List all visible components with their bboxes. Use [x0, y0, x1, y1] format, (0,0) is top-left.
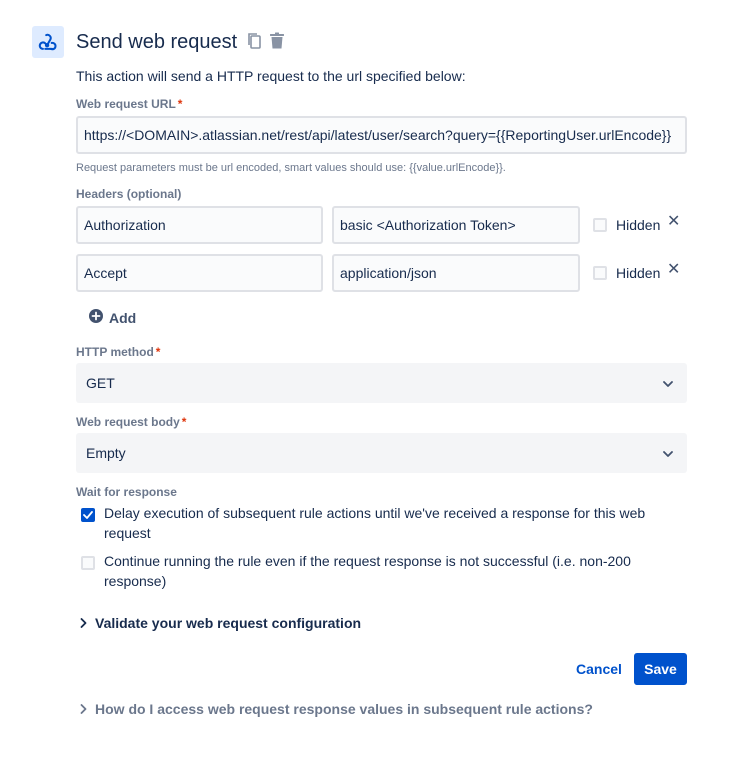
add-circle-icon: [89, 309, 103, 326]
hidden-checkbox[interactable]: [593, 266, 607, 280]
remove-header-icon[interactable]: ✕: [667, 262, 680, 278]
copy-icon[interactable]: [244, 31, 264, 51]
delay-checkbox[interactable]: [81, 508, 95, 522]
trash-icon[interactable]: [267, 31, 287, 51]
save-button[interactable]: Save: [634, 653, 687, 685]
help-disclosure[interactable]: How do I access web request response val…: [80, 701, 593, 717]
validate-label: Validate your web request configuration: [95, 615, 362, 631]
page-title: Send web request: [76, 31, 238, 53]
body-value: Empty: [86, 445, 126, 461]
validate-disclosure[interactable]: Validate your web request configuration: [80, 615, 361, 631]
help-label: How do I access web request response val…: [95, 701, 593, 717]
url-input[interactable]: https://<DOMAIN>.atlassian.net/rest/api/…: [76, 116, 687, 154]
cancel-button[interactable]: Cancel: [566, 653, 632, 685]
webhook-icon: [32, 26, 64, 58]
http-method-value: GET: [86, 375, 115, 391]
header-name-input[interactable]: Authorization: [76, 206, 323, 244]
wait-label: Wait for response: [76, 485, 177, 499]
action-description: This action will send a HTTP request to …: [76, 68, 466, 84]
headers-label: Headers (optional): [76, 187, 182, 201]
chevron-down-icon: [663, 375, 673, 391]
body-label: Web request body *: [76, 415, 187, 429]
add-header-button[interactable]: Add: [89, 309, 136, 326]
hidden-label: Hidden: [616, 265, 661, 281]
http-method-select[interactable]: GET: [76, 363, 687, 403]
header-name-input[interactable]: Accept: [76, 254, 323, 292]
url-helper-text: Request parameters must be url encoded, …: [76, 162, 506, 174]
chevron-right-icon: [80, 615, 87, 631]
remove-header-icon[interactable]: ✕: [667, 214, 680, 230]
chevron-down-icon: [663, 445, 673, 461]
http-method-label: HTTP method *: [76, 345, 161, 359]
chevron-right-icon: [80, 701, 87, 717]
check-icon: [83, 511, 93, 519]
hidden-checkbox[interactable]: [593, 218, 607, 232]
body-select[interactable]: Empty: [76, 433, 687, 473]
add-label: Add: [109, 309, 137, 326]
hidden-label: Hidden: [616, 217, 661, 233]
header-value-input[interactable]: basic <Authorization Token>: [332, 206, 580, 244]
continue-option-text: Continue running the rule even if the re…: [104, 553, 631, 589]
url-label: Web request URL *: [76, 97, 183, 111]
header-value-input[interactable]: application/json: [332, 254, 580, 292]
continue-checkbox[interactable]: [81, 556, 95, 570]
delay-option-text: Delay execution of subsequent rule actio…: [104, 505, 646, 541]
